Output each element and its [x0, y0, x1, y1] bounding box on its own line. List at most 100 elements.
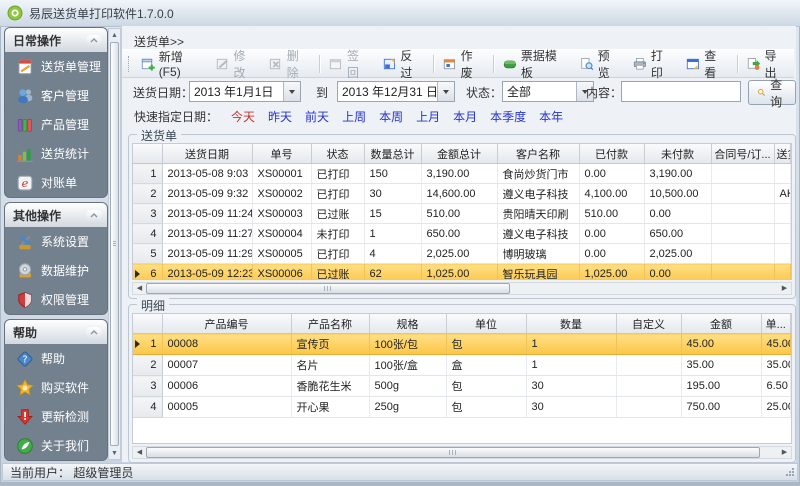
sidebar-item-label: 关于我们 — [41, 437, 89, 454]
column-header[interactable]: 单... — [761, 314, 791, 334]
table-row[interactable]: 3 00006 香脆花生米 500g 包 30 195.00 6.50 — [133, 376, 791, 397]
sidebar-item-settings[interactable]: 系统设置 — [5, 227, 107, 256]
details-hscrollbar[interactable]: ◀ ▶ — [132, 446, 792, 459]
column-header[interactable]: 数量总计 — [364, 144, 421, 164]
scroll-right-icon[interactable]: ▶ — [778, 283, 791, 294]
export-button[interactable]: 导出 — [741, 53, 794, 75]
column-header[interactable]: 单号 — [252, 144, 311, 164]
scroll-up-icon[interactable]: ▲ — [109, 29, 120, 41]
section-header-other[interactable]: 其他操作 — [5, 203, 107, 227]
quick-link-this-year[interactable]: 本年 — [539, 108, 563, 125]
section-title: 其他操作 — [13, 207, 61, 224]
sidebar-item-about[interactable]: 关于我们 — [5, 431, 107, 460]
void-button[interactable]: 作废 — [437, 53, 490, 75]
column-header[interactable]: 金额 — [681, 314, 761, 334]
table-row[interactable]: 5 2013-05-09 11:29 XS00005 已打印 4 2,025.0… — [133, 244, 791, 264]
quick-link-day-before[interactable]: 前天 — [305, 108, 329, 125]
section-header-daily[interactable]: 日常操作 — [5, 28, 107, 52]
table-row[interactable]: 4 2013-05-09 11:27 XS00004 未打印 1 650.00 … — [133, 224, 791, 244]
column-header[interactable]: 送货日期 — [162, 144, 252, 164]
scrollbar-thumb[interactable] — [146, 447, 760, 458]
sidebar-item-delivery-manage[interactable]: 送货单管理 — [5, 52, 107, 81]
column-header[interactable]: 已付款 — [579, 144, 644, 164]
column-header[interactable]: 产品编号 — [162, 314, 291, 334]
template-button[interactable]: 票据模板 — [497, 53, 574, 75]
sidebar-item-label: 帮助 — [41, 350, 65, 367]
collapse-icon[interactable] — [86, 327, 102, 338]
quick-link-this-quarter[interactable]: 本季度 — [490, 108, 526, 125]
print-button[interactable]: 打印 — [627, 53, 680, 75]
sidebar-item-update[interactable]: 更新检测 — [5, 402, 107, 431]
section-header-help[interactable]: 帮助 — [5, 320, 107, 344]
column-header[interactable]: 金额总计 — [421, 144, 497, 164]
status-combobox[interactable]: 全部 — [502, 81, 594, 102]
orders-hscrollbar[interactable]: ◀ ▶ — [132, 282, 792, 295]
column-header[interactable]: 状态 — [311, 144, 364, 164]
column-header[interactable]: 产品名称 — [291, 314, 369, 334]
scroll-down-icon[interactable]: ▼ — [109, 447, 120, 459]
collapse-icon[interactable] — [86, 210, 102, 221]
scrollbar-thumb[interactable] — [110, 42, 119, 446]
date-to-combobox[interactable]: 2013 年12月31 日 — [337, 81, 455, 102]
sidebar-item-statement[interactable]: e 对账单 — [5, 168, 107, 197]
column-header[interactable]: 数量 — [526, 314, 616, 334]
sidebar-item-products[interactable]: 产品管理 — [5, 110, 107, 139]
signback-button[interactable]: 签回 — [323, 53, 376, 75]
scroll-right-icon[interactable]: ▶ — [778, 447, 791, 458]
table-row[interactable]: 1 2013-05-08 9:03 XS00001 已打印 150 3,190.… — [133, 164, 791, 184]
table-row[interactable]: 2 00007 名片 100张/盒 盒 1 35.00 35.00 — [133, 355, 791, 376]
scroll-left-icon[interactable]: ◀ — [133, 283, 146, 294]
details-header-row: 产品编号 产品名称 规格 单位 数量 自定义 金额 单... — [133, 314, 791, 334]
sidebar-item-buy[interactable]: 购买软件 — [5, 373, 107, 402]
sidebar-item-label: 对账单 — [41, 174, 77, 191]
quick-link-yesterday[interactable]: 昨天 — [268, 108, 292, 125]
column-header[interactable]: 未付款 — [644, 144, 711, 164]
content-input[interactable] — [621, 81, 741, 102]
quick-link-last-month[interactable]: 上月 — [416, 108, 440, 125]
sidebar: 日常操作 送货单管理 客户管 — [5, 28, 107, 460]
edit-button[interactable]: 修改 — [210, 53, 263, 75]
collapse-icon[interactable] — [86, 35, 102, 46]
table-row-selected[interactable]: 6 2013-05-09 12:23 XS00006 已过账 62 1,025.… — [133, 264, 791, 281]
table-row-selected[interactable]: 1 00008 宣传页 100张/包 包 1 45.00 45.00 — [133, 334, 791, 355]
preview-button[interactable]: 预览 — [574, 53, 627, 75]
dropdown-button[interactable] — [283, 82, 300, 101]
sidebar-item-statistics[interactable]: 送货统计 — [5, 139, 107, 168]
sidebar-scrollbar[interactable]: ▲ ▼ — [108, 28, 121, 460]
table-row[interactable]: 2 2013-05-09 9:32 XS00002 已打印 30 14,600.… — [133, 184, 791, 204]
scroll-left-icon[interactable]: ◀ — [133, 447, 146, 458]
column-header[interactable]: 自定义 — [616, 314, 681, 334]
settings-icon — [16, 233, 34, 251]
query-button[interactable]: 查询 — [748, 80, 796, 105]
column-header[interactable]: 合同号/订... — [711, 144, 774, 164]
sidebar-item-permissions[interactable]: 权限管理 — [5, 285, 107, 314]
sidebar-item-customers[interactable]: 客户管理 — [5, 81, 107, 110]
button-label: 签回 — [347, 47, 371, 81]
view-button[interactable]: 查看 — [680, 53, 733, 75]
table-row[interactable]: 4 00005 开心果 250g 包 30 750.00 25.00 — [133, 397, 791, 418]
row-number-header[interactable] — [133, 144, 162, 164]
quick-link-this-month[interactable]: 本月 — [453, 108, 477, 125]
delete-button[interactable]: 删除 — [263, 53, 316, 75]
column-header[interactable]: 单位 — [446, 314, 526, 334]
to-label: 到 — [316, 84, 328, 101]
orders-table-area: 送货日期 单号 状态 数量总计 金额总计 客户名称 已付款 未付款 合同号/订.… — [132, 143, 792, 280]
button-label: 新增(F5) — [159, 48, 204, 79]
sidebar-item-help[interactable]: ? 帮助 — [5, 344, 107, 373]
quick-link-today[interactable]: 今天 — [231, 108, 255, 125]
column-header[interactable]: 送货... — [774, 144, 791, 164]
scrollbar-thumb[interactable] — [146, 283, 510, 294]
resize-grip-icon[interactable] — [785, 467, 795, 477]
new-button[interactable]: 新增(F5) — [135, 53, 210, 75]
column-header[interactable]: 规格 — [369, 314, 446, 334]
table-row[interactable]: 3 2013-05-09 11:24 XS00003 已过账 15 510.00… — [133, 204, 791, 224]
quick-link-last-week[interactable]: 上周 — [342, 108, 366, 125]
date-from-combobox[interactable]: 2013 年1月1日 — [189, 81, 301, 102]
dropdown-button[interactable] — [437, 82, 454, 101]
sidebar-item-data-maintain[interactable]: 数据维护 — [5, 256, 107, 285]
row-marker-icon — [135, 340, 140, 348]
reverse-button[interactable]: 反过 — [377, 53, 430, 75]
quick-link-this-week[interactable]: 本周 — [379, 108, 403, 125]
column-header[interactable]: 客户名称 — [497, 144, 579, 164]
row-number-header[interactable] — [133, 314, 162, 334]
